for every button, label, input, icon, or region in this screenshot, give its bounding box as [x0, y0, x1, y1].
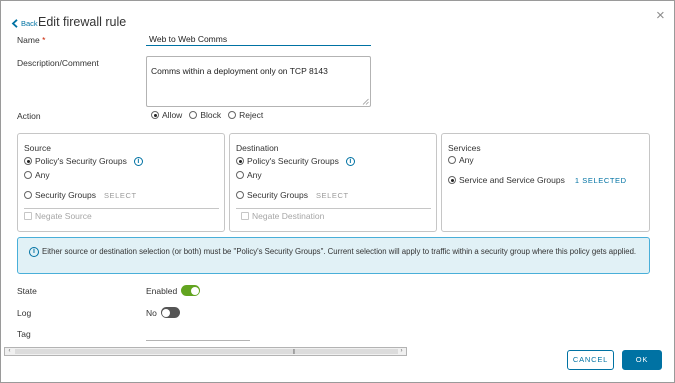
- description-textarea[interactable]: Comms within a deployment only on TCP 81…: [146, 56, 371, 107]
- page-title: Edit firewall rule: [38, 15, 127, 29]
- services-panel: Services Any Service and Service Groups …: [441, 133, 650, 232]
- checkbox[interactable]: [24, 212, 32, 220]
- source-title: Source: [24, 143, 51, 153]
- description-label: Description/Comment: [17, 58, 99, 68]
- tag-input[interactable]: [146, 340, 250, 341]
- services-title: Services: [448, 143, 481, 153]
- source-select-link[interactable]: SELECT: [104, 191, 137, 200]
- source-security-groups-row: Security Groups SELECT: [24, 190, 137, 200]
- horizontal-scrollbar[interactable]: ‹ ||| ›: [4, 347, 407, 356]
- back-link[interactable]: Back: [11, 19, 38, 28]
- source-any-label: Any: [35, 170, 50, 180]
- action-block-label: Block: [200, 110, 222, 120]
- resize-grip-icon[interactable]: [362, 98, 369, 105]
- destination-security-groups-radio[interactable]: Security Groups: [236, 190, 308, 200]
- action-label: Action: [17, 111, 41, 121]
- source-policy-groups-label: Policy's Security Groups: [35, 156, 127, 166]
- required-mark: *: [42, 35, 46, 45]
- services-any-radio[interactable]: Any: [448, 155, 474, 165]
- radio-button[interactable]: [228, 111, 237, 119]
- negate-source-checkbox[interactable]: Negate Source: [24, 211, 92, 221]
- destination-security-groups-label: Security Groups: [247, 190, 308, 200]
- action-block-radio[interactable]: Block: [189, 110, 221, 120]
- divider: [236, 208, 431, 209]
- log-value: No: [146, 307, 157, 318]
- destination-policy-groups-label: Policy's Security Groups: [247, 156, 339, 166]
- radio-button[interactable]: [236, 157, 244, 165]
- radio-button[interactable]: [24, 157, 32, 165]
- toggle-knob: [190, 286, 199, 295]
- action-reject-label: Reject: [239, 110, 264, 120]
- scroll-right-icon[interactable]: ›: [397, 348, 406, 355]
- ok-button[interactable]: OK: [622, 350, 662, 370]
- toggle-knob: [162, 308, 171, 317]
- destination-policy-groups-radio[interactable]: Policy's Security Groups i: [236, 156, 355, 166]
- radio-button[interactable]: [189, 111, 198, 119]
- negate-destination-checkbox[interactable]: Negate Destination: [241, 211, 324, 221]
- scroll-left-icon[interactable]: ‹: [5, 348, 14, 355]
- close-icon[interactable]: ×: [656, 8, 665, 23]
- services-groups-radio[interactable]: Service and Service Groups: [448, 175, 565, 185]
- log-toggle[interactable]: [160, 307, 180, 318]
- source-security-groups-radio[interactable]: Security Groups: [24, 190, 96, 200]
- services-groups-label: Service and Service Groups: [459, 175, 565, 185]
- action-reject-radio[interactable]: Reject: [228, 110, 263, 120]
- state-label: State: [17, 286, 37, 296]
- destination-select-link[interactable]: SELECT: [316, 191, 349, 200]
- radio-button[interactable]: [448, 176, 456, 184]
- edit-firewall-rule-dialog: × Back Edit firewall rule Name * Descrip…: [0, 0, 675, 383]
- negate-source-label: Negate Source: [35, 211, 92, 221]
- radio-button[interactable]: [236, 171, 244, 179]
- destination-security-groups-row: Security Groups SELECT: [236, 190, 349, 200]
- source-policy-groups-radio[interactable]: Policy's Security Groups i: [24, 156, 143, 166]
- action-radio-group: Allow Block Reject: [151, 110, 263, 120]
- services-any-label: Any: [459, 155, 474, 165]
- radio-button[interactable]: [24, 171, 32, 179]
- services-groups-row: Service and Service Groups 1 SELECTED: [448, 175, 627, 185]
- source-security-groups-label: Security Groups: [35, 190, 96, 200]
- name-label: Name *: [17, 35, 45, 45]
- info-icon[interactable]: i: [345, 156, 355, 166]
- divider: [24, 208, 219, 209]
- tag-label: Tag: [17, 329, 31, 339]
- cancel-button[interactable]: CANCEL: [567, 350, 614, 370]
- chevron-left-icon: [11, 19, 18, 28]
- radio-button[interactable]: [236, 191, 244, 199]
- info-alert: i Either source or destination selection…: [17, 237, 650, 274]
- negate-destination-label: Negate Destination: [252, 211, 325, 221]
- destination-any-radio[interactable]: Any: [236, 170, 262, 180]
- action-allow-radio[interactable]: Allow: [151, 110, 182, 120]
- alert-text: Either source or destination selection (…: [42, 247, 637, 256]
- radio-button[interactable]: [151, 111, 159, 119]
- name-input[interactable]: [146, 32, 371, 46]
- log-label: Log: [17, 308, 32, 318]
- scrollbar-thumb[interactable]: |||: [15, 349, 398, 355]
- source-any-radio[interactable]: Any: [24, 170, 50, 180]
- destination-title: Destination: [236, 143, 279, 153]
- source-panel: Source Policy's Security Groups i Any Se…: [17, 133, 225, 232]
- services-selected-link[interactable]: 1 SELECTED: [575, 176, 627, 185]
- info-icon: i: [29, 247, 39, 257]
- radio-button[interactable]: [24, 191, 32, 199]
- radio-button[interactable]: [448, 156, 456, 164]
- info-icon[interactable]: i: [133, 156, 143, 166]
- name-label-text: Name: [17, 35, 40, 45]
- back-label: Back: [21, 19, 38, 28]
- checkbox[interactable]: [241, 212, 249, 220]
- action-allow-label: Allow: [162, 110, 183, 120]
- destination-panel: Destination Policy's Security Groups i A…: [229, 133, 437, 232]
- state-value: Enabled: [146, 285, 178, 296]
- state-toggle[interactable]: [181, 285, 201, 296]
- scrollbar-grip-icon: |||: [293, 349, 295, 355]
- log-toggle-row: No: [146, 307, 180, 318]
- destination-any-label: Any: [247, 170, 262, 180]
- state-toggle-row: Enabled: [146, 285, 201, 296]
